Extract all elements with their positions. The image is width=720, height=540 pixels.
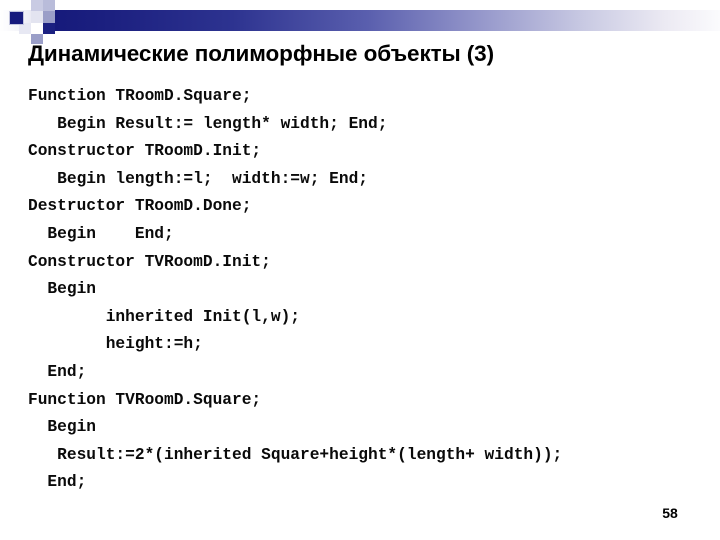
- code-line: End;: [28, 362, 87, 381]
- decor-square-1: [31, 0, 43, 11]
- decor-square-4: [43, 11, 55, 23]
- code-line: Constructor TRoomD.Init;: [28, 142, 262, 161]
- code-line: End;: [28, 473, 87, 492]
- code-line: Destructor TRoomD.Done;: [28, 197, 252, 216]
- code-line: Constructor TVRoomD.Init;: [28, 252, 271, 271]
- code-line: height:=h;: [28, 335, 203, 354]
- decor-square-3: [43, 0, 55, 11]
- code-line: Result:=2*(inherited Square+height*(leng…: [28, 445, 563, 464]
- code-line: Begin: [28, 418, 96, 437]
- code-line: inherited Init(l,w);: [28, 307, 300, 326]
- header-banner: [0, 0, 720, 44]
- banner-gradient-bar: [43, 10, 720, 31]
- page-number: 58: [662, 505, 678, 521]
- decor-square-6: [43, 23, 55, 34]
- decor-accent-square: [9, 11, 24, 25]
- code-line: Begin: [28, 280, 96, 299]
- code-line: Function TVRoomD.Square;: [28, 390, 262, 409]
- code-line: Function TRoomD.Square;: [28, 87, 252, 105]
- page-title: Динамические полиморфные объекты (3): [28, 41, 494, 66]
- code-line: Begin length:=l; width:=w; End;: [28, 169, 368, 188]
- code-line: Begin Result:= length* width; End;: [28, 114, 388, 133]
- code-block: Function TRoomD.Square; Begin Result:= l…: [28, 83, 708, 497]
- decor-square-5: [31, 23, 43, 34]
- decor-square-2: [31, 11, 43, 23]
- code-line: Begin End;: [28, 224, 174, 243]
